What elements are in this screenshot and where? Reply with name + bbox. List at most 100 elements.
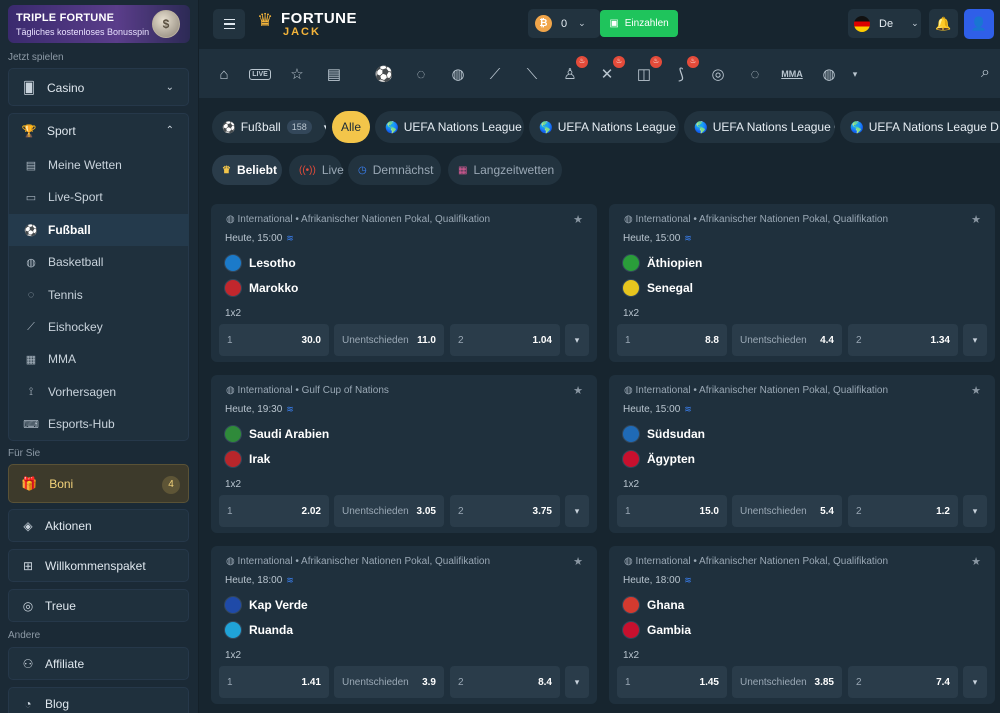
- tennis-icon[interactable]: ◌: [410, 63, 432, 85]
- bell-icon[interactable]: 🔔: [929, 9, 958, 38]
- soccer-ball-icon[interactable]: ⚽: [373, 63, 395, 85]
- odd-away-button[interactable]: 2 1.04: [450, 324, 560, 356]
- logo[interactable]: ♛ FORTUNE JACK: [255, 8, 375, 40]
- sport-toggle[interactable]: 🏆 Sport ⌃: [9, 115, 188, 147]
- odd-home-button[interactable]: 1 30.0: [219, 324, 329, 356]
- sidebar-item-tennis[interactable]: ◌ Tennis: [8, 279, 189, 311]
- odd-home-button[interactable]: 1 1.41: [219, 666, 329, 698]
- odd-home-button[interactable]: 1 15.0: [617, 495, 727, 527]
- home-team[interactable]: Äthiopien: [622, 254, 702, 272]
- odd-away-button[interactable]: 2 1.2: [848, 495, 958, 527]
- filter-league-c[interactable]: 🌎 UEFA Nations League C: [684, 111, 835, 143]
- favorite-star-icon[interactable]: ★: [971, 213, 981, 226]
- golf-icon[interactable]: ⟆ ♨: [670, 56, 699, 85]
- sidebar-item-live-sport[interactable]: ▭ Live-Sport: [8, 181, 189, 213]
- menu-icon[interactable]: [213, 9, 245, 39]
- tab-beliebt[interactable]: ♛ Beliebt: [212, 155, 282, 185]
- sidebar-item-eishockey[interactable]: ⟋ Eishockey: [8, 311, 189, 343]
- casino-nav[interactable]: 🂠 Casino ⌄: [8, 68, 189, 106]
- filter-all[interactable]: Alle: [332, 111, 370, 143]
- sidebar-item-blog[interactable]: ◔ Blog: [8, 687, 189, 713]
- odd-away-button[interactable]: 2 8.4: [450, 666, 560, 698]
- favorite-star-icon[interactable]: ★: [573, 384, 583, 397]
- odd-draw-button[interactable]: Unentschieden 3.05: [334, 495, 444, 527]
- deposit-button[interactable]: ▣ Einzahlen: [600, 10, 678, 37]
- odd-draw-button[interactable]: Unentschieden 4.4: [732, 324, 842, 356]
- chevron-down-icon[interactable]: ▾: [565, 666, 589, 698]
- odd-home-button[interactable]: 1 8.8: [617, 324, 727, 356]
- favorite-star-icon[interactable]: ★: [573, 213, 583, 226]
- sidebar-item-willkommenspaket[interactable]: ⊞ Willkommenspaket: [8, 549, 189, 582]
- odd-home-button[interactable]: 1 1.45: [617, 666, 727, 698]
- odd-away-button[interactable]: 2 3.75: [450, 495, 560, 527]
- away-team[interactable]: Irak: [224, 450, 270, 468]
- away-team[interactable]: Gambia: [622, 621, 691, 639]
- odd-draw-button[interactable]: Unentschieden 11.0: [334, 324, 444, 356]
- home-team[interactable]: Kap Verde: [224, 596, 308, 614]
- odd-away-button[interactable]: 2 7.4: [848, 666, 958, 698]
- wallet-selector[interactable]: ₿ 0 ⌄: [528, 9, 600, 38]
- match-card[interactable]: ◍ International • Afrikanischer Nationen…: [609, 546, 995, 704]
- chevron-down-icon[interactable]: ▾: [963, 324, 987, 356]
- favorite-star-icon[interactable]: ★: [971, 555, 981, 568]
- sidebar-item-esports-hub[interactable]: ⌨ Esports-Hub: [8, 408, 189, 440]
- match-card[interactable]: ◍ International • Afrikanischer Nationen…: [211, 546, 597, 704]
- chevron-down-icon[interactable]: ▾: [565, 324, 589, 356]
- sidebar-item-fussball[interactable]: ⚽ Fußball: [8, 214, 189, 246]
- cricket-icon[interactable]: ♙ ♨: [559, 56, 588, 85]
- sidebar-item-boni[interactable]: 🎁 Boni 4: [8, 464, 189, 503]
- home-team[interactable]: Ghana: [622, 596, 684, 614]
- match-card[interactable]: ◍ International • Gulf Cup of Nations ★ He…: [211, 375, 597, 533]
- sidebar-item-mma[interactable]: ▦ MMA: [8, 343, 189, 375]
- esports-icon[interactable]: ◫ ♨: [633, 56, 662, 85]
- volleyball-icon[interactable]: ◍: [818, 63, 840, 85]
- odd-away-button[interactable]: 2 1.34: [848, 324, 958, 356]
- star-icon[interactable]: ☆: [286, 63, 308, 85]
- tab-langzeitwetten[interactable]: ▦ Langzeitwetten: [448, 155, 562, 185]
- tab-demnaechst[interactable]: ◷ Demnächst: [348, 155, 441, 185]
- globe-icon[interactable]: ◎: [707, 63, 729, 85]
- home-icon[interactable]: ⌂: [213, 63, 235, 85]
- sidebar-item-basketball[interactable]: ◍ Basketball: [8, 246, 189, 278]
- odd-draw-button[interactable]: Unentschieden 3.9: [334, 666, 444, 698]
- favorite-star-icon[interactable]: ★: [573, 555, 583, 568]
- betslip-icon[interactable]: ▤: [323, 63, 345, 85]
- tab-live[interactable]: ((•)) Live: [289, 155, 344, 185]
- match-card[interactable]: ◍ International • Afrikanischer Nationen…: [609, 204, 995, 362]
- sidebar-item-treue[interactable]: ◎ Treue: [8, 589, 189, 622]
- chevron-down-icon[interactable]: ▾: [565, 495, 589, 527]
- search-icon[interactable]: ⌕: [981, 64, 990, 82]
- filter-league-d[interactable]: 🌎 UEFA Nations League D: [840, 111, 1000, 143]
- odd-home-button[interactable]: 1 2.02: [219, 495, 329, 527]
- filter-league-a[interactable]: 🌎 UEFA Nations League A: [375, 111, 524, 143]
- sidebar-item-aktionen[interactable]: ◈ Aktionen: [8, 509, 189, 542]
- away-team[interactable]: Marokko: [224, 279, 298, 297]
- chevron-down-icon[interactable]: ▾: [844, 63, 866, 85]
- sport-dropdown[interactable]: ⚽ Fußball 158 ▾: [212, 111, 326, 143]
- mma-icon[interactable]: MMA: [781, 63, 803, 85]
- sidebar-item-meine-wetten[interactable]: ▤ Meine Wetten: [8, 149, 189, 181]
- chevron-down-icon[interactable]: ▾: [963, 495, 987, 527]
- match-card[interactable]: ◍ International • Afrikanischer Nationen…: [609, 375, 995, 533]
- away-team[interactable]: Ruanda: [224, 621, 293, 639]
- chat-icon[interactable]: ◌: [744, 63, 766, 85]
- basketball-icon[interactable]: ◍: [447, 63, 469, 85]
- odd-draw-button[interactable]: Unentschieden 3.85: [732, 666, 842, 698]
- chevron-down-icon[interactable]: ▾: [963, 666, 987, 698]
- table-tennis-icon[interactable]: ✕ ♨: [596, 56, 625, 85]
- live-icon[interactable]: LIVE: [249, 63, 271, 85]
- match-card[interactable]: ◍ International • Afrikanischer Nationen…: [211, 204, 597, 362]
- chevron-down-icon[interactable]: ⌄: [166, 82, 174, 93]
- home-team[interactable]: Lesotho: [224, 254, 296, 272]
- favorite-star-icon[interactable]: ★: [971, 384, 981, 397]
- filter-league-b[interactable]: 🌎 UEFA Nations League B: [529, 111, 679, 143]
- promo-banner[interactable]: TRIPLE FORTUNE Tägliches kostenloses Bon…: [8, 5, 190, 43]
- hockey-icon[interactable]: ⟋: [484, 63, 506, 85]
- user-icon[interactable]: 👤: [964, 9, 994, 39]
- language-selector[interactable]: De ⌄: [848, 9, 921, 38]
- away-team[interactable]: Ägypten: [622, 450, 695, 468]
- home-team[interactable]: Saudi Arabien: [224, 425, 329, 443]
- sidebar-item-affiliate[interactable]: ⚇ Affiliate: [8, 647, 189, 680]
- away-team[interactable]: Senegal: [622, 279, 693, 297]
- odd-draw-button[interactable]: Unentschieden 5.4: [732, 495, 842, 527]
